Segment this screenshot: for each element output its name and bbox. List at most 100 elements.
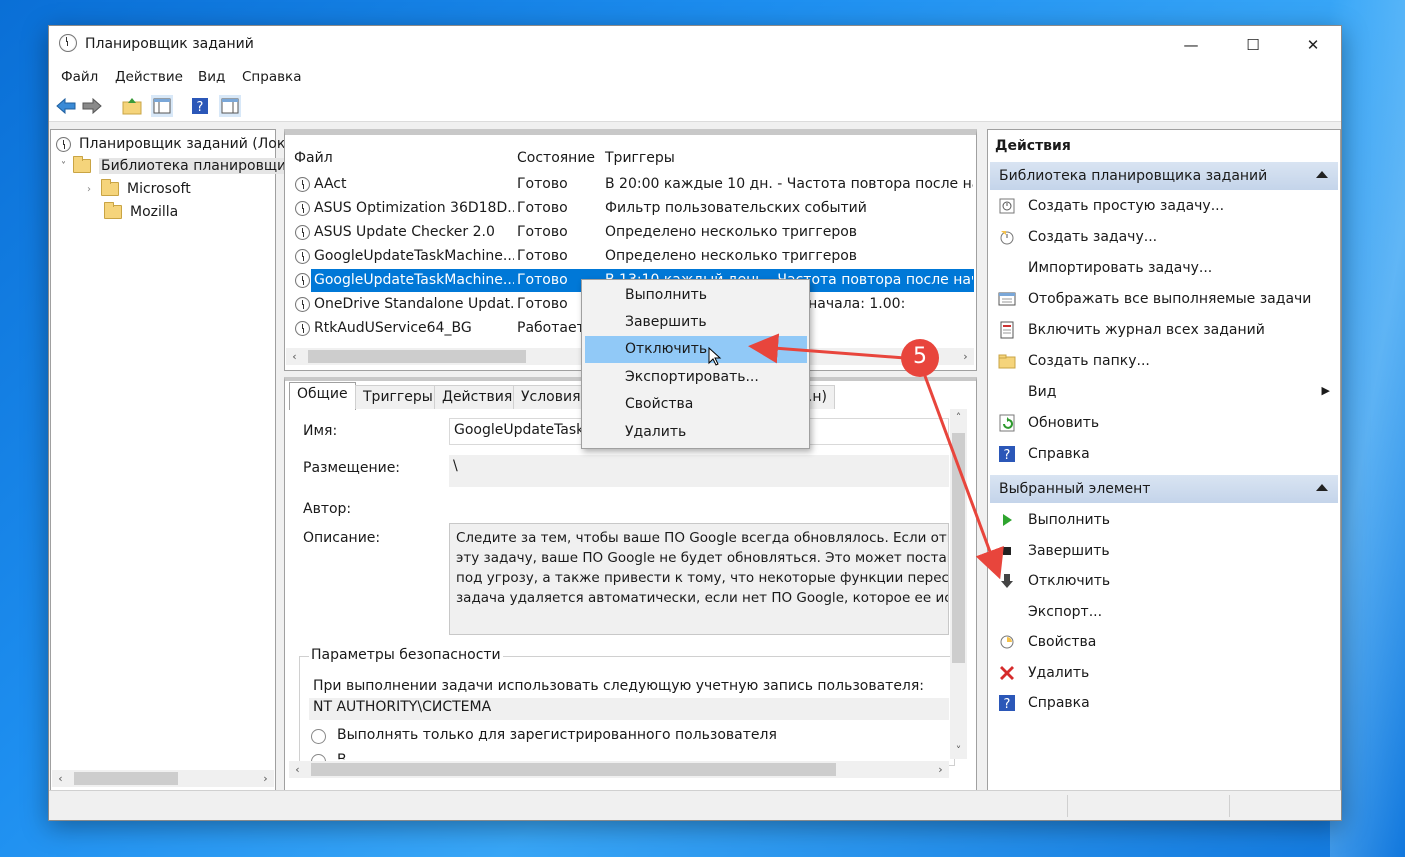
context-menu-end[interactable]: Завершить — [585, 309, 807, 336]
minimize-button[interactable]: — — [1161, 26, 1221, 64]
tab-general[interactable]: Общие — [289, 382, 356, 410]
library-group-header[interactable]: Библиотека планировщика заданий — [990, 162, 1338, 190]
menu-view[interactable]: Вид — [198, 69, 225, 85]
scrollbar-thumb[interactable] — [952, 433, 965, 663]
task-status-cell: Готово — [517, 176, 568, 192]
scroll-left-icon[interactable]: ‹ — [52, 770, 69, 787]
action-item[interactable]: Создать задачу... — [988, 223, 1340, 251]
scrollbar-thumb[interactable] — [74, 772, 178, 785]
scrollbar-thumb[interactable] — [311, 763, 836, 776]
task-scheduler-window: Планировщик заданий — ☐ ✕ Файл Действие … — [48, 25, 1342, 821]
tab-triggers[interactable]: Триггеры — [355, 385, 441, 409]
tree-item-mozilla[interactable]: Mozilla — [104, 202, 178, 220]
action-item[interactable]: Вид ▶ — [988, 378, 1340, 406]
radio-only-logged-on[interactable] — [311, 729, 326, 744]
action-item[interactable]: Включить журнал всех заданий — [988, 316, 1340, 344]
close-button[interactable]: ✕ — [1283, 26, 1343, 64]
disable-icon — [998, 572, 1016, 590]
description-box[interactable]: Следите за тем, чтобы ваше ПО Google все… — [449, 523, 949, 635]
context-menu-disable[interactable]: Отключить — [585, 336, 807, 363]
action-item-label: Включить журнал всех заданий — [1028, 322, 1265, 338]
action-item[interactable]: Обновить — [988, 409, 1340, 437]
context-menu-export[interactable]: Экспортировать... — [585, 364, 807, 391]
actions-pane: Действия Библиотека планировщика заданий… — [987, 129, 1341, 793]
tab-conditions[interactable]: Условия — [513, 385, 589, 409]
tree-library[interactable]: ˅ Библиотека планировщи — [61, 156, 289, 174]
action-item-label: Справка — [1028, 695, 1090, 711]
table-row[interactable]: ASUS Optimization 36D18D... Готово Фильтр … — [285, 197, 976, 220]
context-menu-properties[interactable]: Свойства — [585, 391, 807, 418]
action-item[interactable]: Импортировать задачу... — [988, 254, 1340, 282]
action-item[interactable]: ? Справка — [988, 440, 1340, 468]
scroll-right-icon[interactable]: › — [257, 770, 274, 787]
action-item[interactable]: Отображать все выполняемые задачи — [988, 285, 1340, 313]
action-item[interactable]: Удалить — [988, 659, 1340, 687]
task-status-cell: Готово — [517, 248, 568, 264]
context-menu-run[interactable]: Выполнить — [585, 282, 807, 309]
folder-clock-icon — [73, 156, 91, 173]
action-item[interactable]: Создать папку... — [988, 347, 1340, 375]
scroll-right-icon[interactable]: › — [957, 348, 974, 365]
running-tasks-icon — [998, 290, 1016, 308]
context-menu-delete[interactable]: Удалить — [585, 419, 807, 446]
menu-bar: Файл Действие Вид Справка — [49, 64, 1341, 90]
properties-icon — [998, 633, 1016, 651]
show-hide-tree-icon[interactable] — [151, 95, 173, 117]
selected-group-header[interactable]: Выбранный элемент — [990, 475, 1338, 503]
tree-root[interactable]: Планировщик заданий (Лока — [56, 136, 294, 152]
collapse-icon[interactable] — [1316, 484, 1328, 491]
column-header-name[interactable]: Файл — [294, 150, 333, 166]
scroll-down-icon[interactable]: ˅ — [950, 742, 967, 759]
back-arrow-icon[interactable] — [55, 95, 77, 117]
task-clock-icon — [295, 225, 310, 240]
tree-item-microsoft[interactable]: › Microsoft — [87, 179, 191, 197]
scroll-right-icon[interactable]: › — [932, 761, 949, 778]
action-item[interactable]: Экспорт... — [988, 598, 1340, 626]
forward-arrow-icon[interactable] — [81, 95, 103, 117]
action-item-label: Импортировать задачу... — [1028, 260, 1213, 276]
action-item[interactable]: Свойства — [988, 628, 1340, 656]
location-label: Размещение: — [303, 460, 401, 476]
action-item[interactable]: Завершить — [988, 537, 1340, 565]
tree-horizontal-scrollbar[interactable]: ‹ › — [52, 770, 274, 787]
collapse-icon[interactable] — [1316, 171, 1328, 178]
menu-file[interactable]: Файл — [61, 69, 98, 85]
maximize-button[interactable]: ☐ — [1223, 26, 1283, 64]
table-row[interactable]: ASUS Update Checker 2.0 Готово Определено … — [285, 221, 976, 244]
detail-vertical-scrollbar[interactable]: ˄ ˅ — [950, 409, 967, 759]
show-hide-actions-icon[interactable] — [219, 95, 241, 117]
chevron-right-icon[interactable]: › — [87, 184, 91, 195]
scroll-left-icon[interactable]: ‹ — [289, 761, 306, 778]
action-item[interactable]: Отключить — [988, 567, 1340, 595]
action-item-label: Создать папку... — [1028, 353, 1150, 369]
help-icon[interactable]: ? — [189, 95, 211, 117]
table-row[interactable]: AAct Готово В 20:00 каждые 10 дн. - Частот… — [285, 173, 976, 196]
action-item[interactable]: Создать простую задачу... — [988, 192, 1340, 220]
action-item[interactable]: ? Справка — [988, 689, 1340, 717]
location-field: \ — [449, 455, 949, 487]
scroll-left-icon[interactable]: ‹ — [286, 348, 303, 365]
action-item[interactable]: Выполнить — [988, 506, 1340, 534]
description-label: Описание: — [303, 530, 381, 546]
scrollbar-thumb[interactable] — [308, 350, 526, 363]
task-name-cell: ASUS Optimization 36D18D... — [314, 200, 514, 216]
column-header-status[interactable]: Состояние — [517, 150, 595, 166]
tab-actions[interactable]: Действия — [434, 385, 521, 409]
menu-help[interactable]: Справка — [242, 69, 301, 85]
column-header-triggers[interactable]: Триггеры — [605, 150, 675, 166]
task-name-cell: GoogleUpdateTaskMachine... — [314, 272, 514, 288]
action-item-label: Создать простую задачу... — [1028, 198, 1225, 214]
scroll-up-icon[interactable]: ˄ — [950, 409, 967, 426]
up-folder-icon[interactable] — [121, 95, 143, 117]
task-trigger-cell: Фильтр пользовательских событий — [605, 200, 867, 216]
chevron-down-icon[interactable]: ˅ — [61, 161, 66, 172]
history-icon — [998, 321, 1016, 339]
menu-action[interactable]: Действие — [115, 69, 183, 85]
detail-horizontal-scrollbar[interactable]: ‹ › — [289, 761, 949, 778]
security-account-field: NT AUTHORITY\СИСТЕМА — [309, 698, 949, 720]
security-account-label: При выполнении задачи использовать следу… — [313, 678, 925, 694]
table-row[interactable]: GoogleUpdateTaskMachine... Готово Определе… — [285, 245, 976, 268]
status-bar — [49, 790, 1341, 820]
action-item-label: Выполнить — [1028, 512, 1110, 528]
description-line: эту задачу, ваше ПО Google не будет обно… — [456, 550, 949, 566]
